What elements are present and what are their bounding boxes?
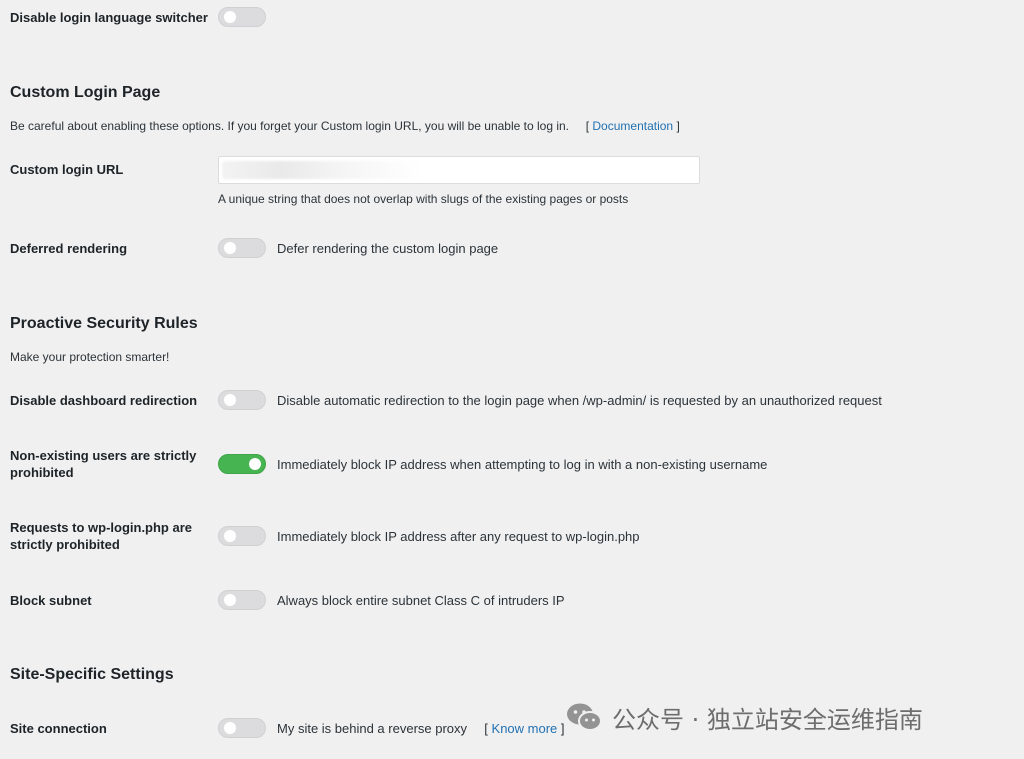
deferred-rendering-label: Deferred rendering <box>10 241 128 256</box>
know-more-link[interactable]: Know more <box>492 721 558 736</box>
wp-login-requests-toggle[interactable] <box>218 526 266 546</box>
deferred-rendering-toggle[interactable] <box>218 238 266 258</box>
redacted-url-value <box>222 161 422 179</box>
documentation-bracket-open: [ <box>585 119 590 133</box>
dashboard-redirection-label: Disable dashboard redirection <box>10 393 198 408</box>
site-connection-label: Site connection <box>10 721 107 736</box>
custom-login-warning: Be careful about enabling these options.… <box>10 119 680 133</box>
site-connection-desc: My site is behind a reverse proxy [ Know… <box>277 720 565 737</box>
wechat-watermark: 公众号 · 独立站安全运维指南 <box>566 700 923 734</box>
toggle-knob <box>224 242 236 254</box>
know-more-bracket-close: ] <box>560 721 565 736</box>
wechat-icon <box>566 702 602 732</box>
non-existing-users-label: Non-existing users are strictly prohibit… <box>10 448 197 480</box>
wp-login-requests-desc: Immediately block IP address after any r… <box>277 529 640 544</box>
login-language-switcher-toggle[interactable] <box>218 7 266 27</box>
watermark-text: 公众号 · 独立站安全运维指南 <box>612 705 923 734</box>
block-subnet-desc: Always block entire subnet Class C of in… <box>277 593 565 608</box>
dashboard-redirection-toggle[interactable] <box>218 390 266 410</box>
login-language-switcher-label: Disable login language switcher <box>10 10 208 25</box>
custom-login-section-title: Custom Login Page <box>10 84 161 101</box>
documentation-link[interactable]: Documentation <box>592 119 673 133</box>
custom-login-warning-text: Be careful about enabling these options.… <box>10 119 570 133</box>
toggle-knob <box>224 394 236 406</box>
site-connection-toggle[interactable] <box>218 718 266 738</box>
wp-login-requests-label: Requests to wp-login.php are strictly pr… <box>10 520 193 552</box>
block-subnet-toggle[interactable] <box>218 590 266 610</box>
documentation-bracket-close: ] <box>676 119 680 133</box>
toggle-knob <box>224 11 236 23</box>
settings-page: Disable login language switcher Custom L… <box>0 0 1024 759</box>
proactive-subtitle: Make your protection smarter! <box>10 350 170 364</box>
site-specific-section-title: Site-Specific Settings <box>10 666 174 683</box>
non-existing-users-desc: Immediately block IP address when attemp… <box>277 457 768 472</box>
non-existing-users-toggle[interactable] <box>218 454 266 474</box>
block-subnet-label: Block subnet <box>10 593 92 608</box>
toggle-knob <box>224 530 236 542</box>
toggle-knob <box>224 594 236 606</box>
site-connection-text: My site is behind a reverse proxy <box>277 721 468 736</box>
toggle-knob <box>249 458 261 470</box>
custom-login-url-help: A unique string that does not overlap wi… <box>218 192 629 206</box>
know-more-bracket-open: [ <box>484 721 488 736</box>
dashboard-redirection-desc: Disable automatic redirection to the log… <box>277 393 882 408</box>
custom-login-url-label: Custom login URL <box>10 162 124 177</box>
toggle-knob <box>224 722 236 734</box>
proactive-section-title: Proactive Security Rules <box>10 315 198 332</box>
deferred-rendering-desc: Defer rendering the custom login page <box>277 241 499 256</box>
